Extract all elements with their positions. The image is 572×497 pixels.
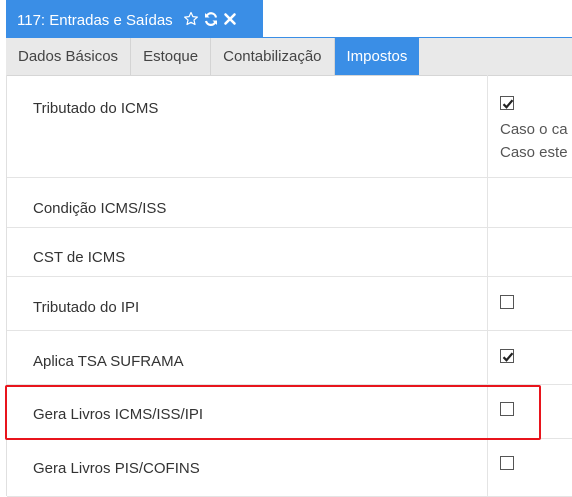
row-value-cell: Caso o ca Caso este <box>487 75 572 177</box>
tab-impostos[interactable]: Impostos <box>334 38 420 75</box>
window-title: 117: Entradas e Saídas <box>17 11 173 29</box>
row-cst-icms: CST de ICMS <box>7 227 572 277</box>
tab-estoque[interactable]: Estoque <box>131 38 212 75</box>
tab-contabilizacao[interactable]: Contabilização <box>211 38 335 75</box>
row-value-cell[interactable] <box>487 227 572 276</box>
row-label: Condição ICMS/ISS <box>33 200 167 217</box>
gera-livros-pis-cofins-checkbox[interactable] <box>500 456 514 470</box>
close-icon[interactable] <box>223 12 237 26</box>
row-value-cell[interactable] <box>487 177 572 227</box>
row-label: Aplica TSA SUFRAMA <box>33 353 184 370</box>
row-condicao-icms-iss: Condição ICMS/ISS <box>7 177 572 228</box>
row-gera-livros-pis-cofins: Gera Livros PIS/COFINS <box>7 438 572 497</box>
window-title-tab[interactable]: 117: Entradas e Saídas <box>6 0 263 38</box>
highlight-box <box>5 385 541 440</box>
row-aplica-tsa-suframa: Aplica TSA SUFRAMA <box>7 330 572 385</box>
row-label: CST de ICMS <box>33 249 126 266</box>
row-label: Tributado do IPI <box>33 299 140 316</box>
row-tributado-icms: Tributado do ICMS Caso o ca Caso este <box>7 75 572 178</box>
tributado-ipi-checkbox[interactable] <box>500 295 514 309</box>
aplica-tsa-suframa-checkbox[interactable] <box>500 349 514 363</box>
star-outline-icon[interactable] <box>183 11 199 27</box>
tab-dados-basicos[interactable]: Dados Básicos <box>6 38 132 75</box>
row-value-cell <box>487 438 572 496</box>
tributado-icms-checkbox[interactable] <box>500 96 514 110</box>
help-text-line: Caso este <box>500 144 568 161</box>
row-tributado-ipi: Tributado do IPI <box>7 276 572 331</box>
refresh-icon[interactable] <box>203 11 219 27</box>
row-value-cell <box>487 330 572 384</box>
row-value-cell <box>487 276 572 330</box>
tab-bar: Dados Básicos Estoque Contabilização Imp… <box>6 38 572 76</box>
help-text-line: Caso o ca <box>500 121 568 138</box>
row-label: Tributado do ICMS <box>33 100 159 117</box>
row-label: Gera Livros PIS/COFINS <box>33 460 200 477</box>
